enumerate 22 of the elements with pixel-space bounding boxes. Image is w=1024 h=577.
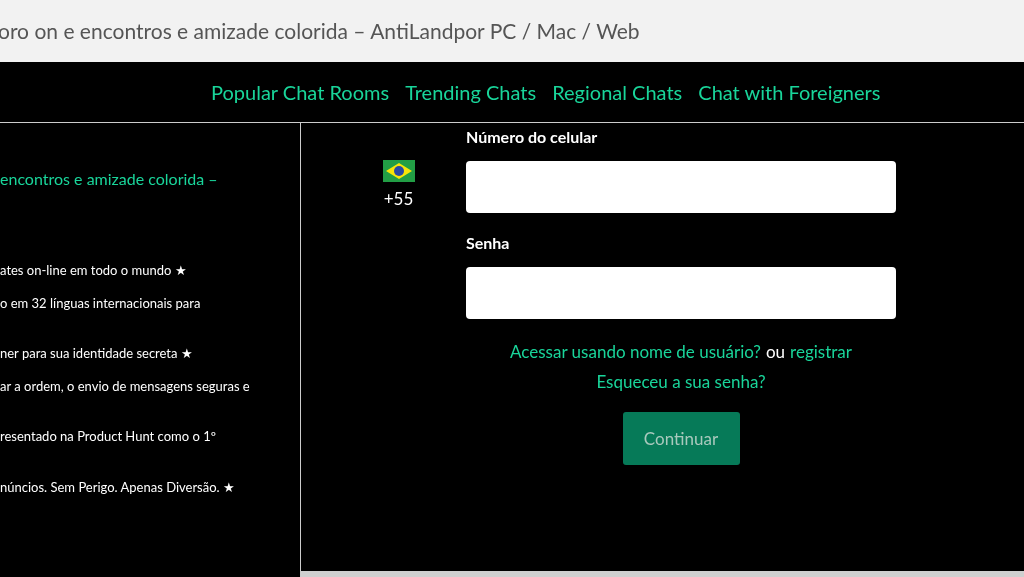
phone-input[interactable]	[466, 161, 896, 213]
username-login-link[interactable]: Acessar usando nome de usuário?	[510, 339, 761, 365]
or-text: ou	[765, 340, 786, 364]
scrollbar[interactable]	[301, 571, 1024, 577]
country-code: +55	[383, 187, 414, 211]
register-link[interactable]: registrar	[790, 339, 852, 365]
nav-link[interactable]: Chat with Foreigners	[698, 77, 881, 107]
forgot-password-link[interactable]: Esqueceu a sua senha?	[596, 368, 766, 394]
nav-link[interactable]: Regional Chats	[552, 77, 683, 107]
feature-text: ner para sua identidade secreta ★	[0, 344, 194, 363]
feature-text: resentado na Product Hunt como o 1º	[0, 427, 217, 446]
feature-text: ates on-line em todo o mundo ★	[0, 261, 188, 280]
site-heading: encontros e amizade colorida –	[0, 168, 219, 190]
nav-link[interactable]: Trending Chats	[405, 77, 537, 107]
feature-text: o em 32 línguas internacionais para	[0, 293, 202, 313]
phone-label: Número do celular	[466, 126, 599, 148]
password-label: Senha	[466, 232, 511, 254]
password-input[interactable]	[466, 267, 896, 319]
feature-text: núncios. Sem Perigo. Apenas Diversão. ★	[0, 477, 236, 497]
feature-text: ar a ordem, o envio de mensagens seguras e	[0, 376, 251, 396]
flag-icon	[382, 160, 415, 182]
nav-link[interactable]: Popular Chat Rooms	[211, 77, 390, 107]
